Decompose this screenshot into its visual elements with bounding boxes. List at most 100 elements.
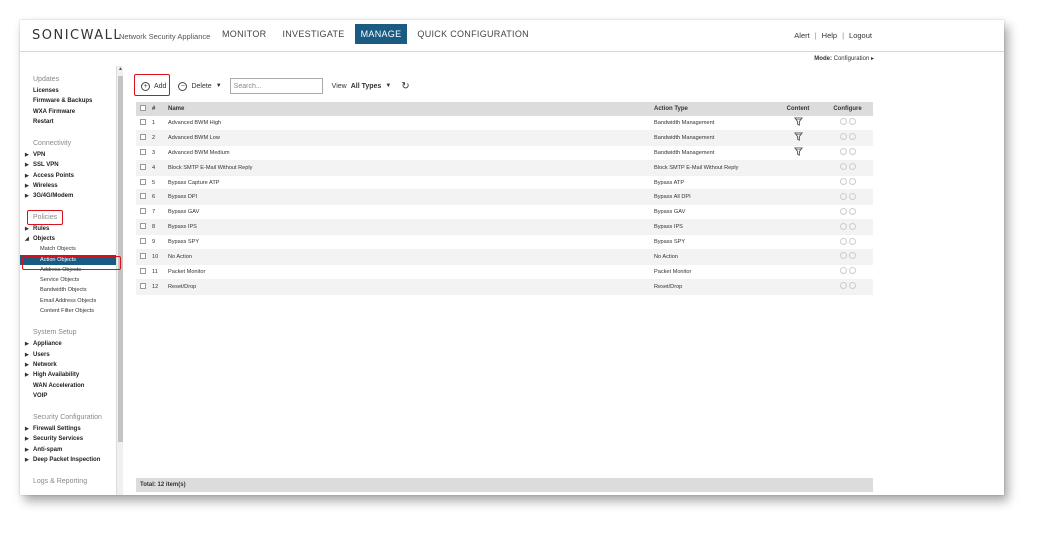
- sidebar-item-network[interactable]: ▶ Network: [20, 360, 124, 370]
- delete-icon[interactable]: [848, 118, 856, 126]
- nav-monitor[interactable]: MONITOR: [216, 24, 272, 44]
- row-select[interactable]: [136, 118, 147, 127]
- checkbox[interactable]: [140, 252, 146, 259]
- row-select[interactable]: [136, 282, 147, 291]
- nav-quick-configuration[interactable]: QUICK CONFIGURATION: [411, 24, 535, 44]
- row-select[interactable]: [136, 208, 147, 216]
- checkbox[interactable]: [140, 223, 146, 230]
- table-row[interactable]: 7 Bypass GAV Bypass GAV: [136, 205, 873, 221]
- table-row[interactable]: 2 Advanced BWM Low Bandwidth Management: [136, 130, 873, 146]
- table-row[interactable]: 1 Advanced BWM High Bandwidth Management: [136, 116, 873, 131]
- sidebar-item-users[interactable]: ▶ Users: [20, 350, 124, 360]
- edit-icon[interactable]: [839, 222, 847, 230]
- sidebar-scrollbar[interactable]: ▲: [116, 66, 123, 495]
- scroll-up-arrow-icon[interactable]: ▲: [117, 66, 124, 73]
- delete-icon[interactable]: [848, 237, 856, 245]
- header-name[interactable]: Name: [164, 106, 654, 112]
- edit-icon[interactable]: [839, 282, 847, 290]
- delete-icon[interactable]: [848, 133, 856, 141]
- view-type-select[interactable]: All Types ▼: [351, 83, 392, 90]
- delete-icon[interactable]: [848, 207, 856, 215]
- checkbox[interactable]: [140, 193, 146, 200]
- checkbox[interactable]: [140, 118, 146, 125]
- row-select[interactable]: [136, 193, 147, 201]
- nav-investigate[interactable]: INVESTIGATE: [276, 24, 350, 44]
- sidebar-item-anti-spam[interactable]: ▶ Anti-spam: [20, 445, 124, 455]
- checkbox[interactable]: [140, 178, 146, 185]
- nav-manage[interactable]: MANAGE: [354, 24, 408, 44]
- sidebar-item-objects[interactable]: ◢ Objects: [20, 234, 124, 244]
- table-row[interactable]: 8 Bypass IPS Bypass IPS: [136, 220, 873, 236]
- checkbox[interactable]: [140, 282, 146, 289]
- edit-icon[interactable]: [839, 237, 847, 245]
- sidebar-item-voip[interactable]: VOIP: [20, 391, 124, 401]
- checkbox[interactable]: [140, 133, 146, 140]
- sidebar-item-wxa-firmware[interactable]: WXA Firmware: [20, 107, 124, 117]
- filter-funnel-icon[interactable]: [793, 117, 803, 127]
- sidebar-item-email-address-objects[interactable]: Email Address Objects: [20, 296, 124, 306]
- row-select[interactable]: [136, 238, 147, 246]
- add-button[interactable]: + Add: [141, 81, 166, 91]
- edit-icon[interactable]: [839, 178, 847, 185]
- edit-icon[interactable]: [839, 148, 847, 156]
- sidebar-item-bandwidth-objects[interactable]: Bandwidth Objects: [20, 285, 124, 295]
- row-select[interactable]: [136, 163, 147, 172]
- sidebar-item-security-services[interactable]: ▶ Security Services: [20, 434, 124, 444]
- table-row[interactable]: 3 Advanced BWM Medium Bandwidth Management: [136, 146, 873, 161]
- checkbox[interactable]: [140, 148, 146, 155]
- sidebar-item-vpn[interactable]: ▶ VPN: [20, 150, 124, 160]
- sidebar-item-wireless[interactable]: ▶ Wireless: [20, 181, 124, 191]
- table-row[interactable]: 6 Bypass DPI Bypass All DPI: [136, 190, 873, 206]
- sidebar-item-access-points[interactable]: ▶ Access Points: [20, 171, 124, 181]
- table-row[interactable]: 10 No Action No Action: [136, 250, 873, 265]
- sidebar-item-firmware-backups[interactable]: Firmware & Backups: [20, 96, 124, 106]
- help-link[interactable]: Help: [822, 31, 837, 40]
- edit-icon[interactable]: [839, 133, 847, 141]
- sidebar-item-rules[interactable]: ▶ Rules: [20, 224, 124, 234]
- row-select[interactable]: [136, 252, 147, 261]
- checkbox[interactable]: [140, 163, 146, 170]
- sidebar-item-service-objects[interactable]: Service Objects: [20, 275, 124, 285]
- delete-icon[interactable]: [848, 163, 856, 171]
- sidebar-item-high-availability[interactable]: ▶ High Availability: [20, 370, 124, 380]
- search-input[interactable]: [229, 78, 323, 94]
- row-select[interactable]: [136, 148, 147, 157]
- refresh-icon[interactable]: ↻: [401, 81, 409, 92]
- sidebar-item-wan-acceleration[interactable]: WAN Acceleration: [20, 381, 124, 391]
- sidebar-item-licenses[interactable]: Licenses: [20, 86, 124, 96]
- edit-icon[interactable]: [839, 267, 847, 275]
- edit-icon[interactable]: [839, 192, 847, 200]
- table-row[interactable]: 9 Bypass SPY Bypass SPY: [136, 235, 873, 251]
- delete-button[interactable]: − Delete ▼: [178, 81, 222, 91]
- delete-icon[interactable]: [848, 252, 856, 260]
- sidebar-item-firewall-settings[interactable]: ▶ Firewall Settings: [20, 424, 124, 434]
- filter-funnel-icon[interactable]: [793, 147, 803, 157]
- row-select[interactable]: [136, 223, 147, 231]
- sidebar-item-match-objects[interactable]: Match Objects: [20, 244, 124, 254]
- checkbox[interactable]: [140, 238, 146, 245]
- delete-icon[interactable]: [848, 148, 856, 156]
- alert-link[interactable]: Alert: [794, 31, 809, 40]
- checkbox[interactable]: [140, 105, 146, 111]
- delete-icon[interactable]: [848, 222, 856, 230]
- delete-icon[interactable]: [848, 192, 856, 200]
- sidebar-item-appliance[interactable]: ▶ Appliance: [20, 339, 124, 349]
- table-row[interactable]: 12 Reset/Drop Reset/Drop: [136, 279, 873, 295]
- delete-icon[interactable]: [848, 282, 856, 290]
- table-row[interactable]: 4 Block SMTP E-Mail Without Reply Block SM…: [136, 160, 873, 176]
- header-action-type[interactable]: Action Type: [654, 106, 774, 112]
- row-select[interactable]: [136, 133, 147, 142]
- table-row[interactable]: 5 Bypass Capture ATP Bypass ATP: [136, 176, 873, 191]
- edit-icon[interactable]: [839, 252, 847, 260]
- sidebar-item-3g-4g-modem[interactable]: ▶ 3G/4G/Modem: [20, 191, 124, 201]
- checkbox[interactable]: [140, 208, 146, 215]
- delete-icon[interactable]: [848, 178, 856, 185]
- sidebar-item-ssl-vpn[interactable]: ▶ SSL VPN: [20, 160, 124, 170]
- edit-icon[interactable]: [839, 207, 847, 215]
- mode-selector[interactable]: Mode: Configuration ▸: [814, 55, 874, 62]
- checkbox[interactable]: [140, 267, 146, 274]
- filter-funnel-icon[interactable]: [793, 132, 803, 142]
- sidebar-item-restart[interactable]: Restart: [20, 117, 124, 127]
- header-select-all[interactable]: [136, 105, 147, 113]
- row-select[interactable]: [136, 267, 147, 276]
